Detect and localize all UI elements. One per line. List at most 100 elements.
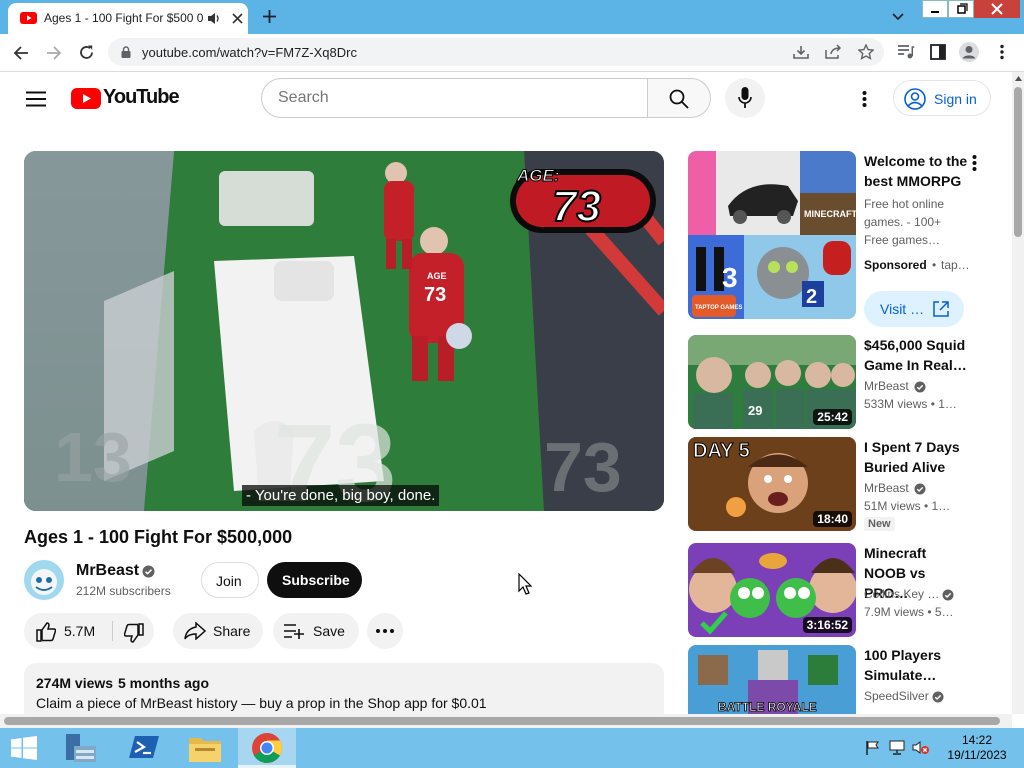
related-channel[interactable]: SpeedSilver [864, 689, 929, 703]
chrome-icon [252, 733, 283, 763]
horizontal-scroll-thumb[interactable] [4, 717, 1000, 725]
close-window-button[interactable] [974, 0, 1020, 18]
related-video-2[interactable]: DAY 5 18:40 I Spent 7 Days Buried Alive … [688, 437, 988, 531]
search-button[interactable] [647, 78, 711, 118]
lock-icon[interactable] [121, 46, 131, 58]
browser-menu-icon[interactable] [999, 44, 1005, 60]
related-channel[interactable]: Collins Key … [864, 587, 939, 601]
sign-in-button[interactable]: Sign in [893, 80, 991, 116]
action-center-flag-icon[interactable] [865, 741, 879, 755]
vertical-scrollbar[interactable] [1012, 72, 1024, 714]
like-count: 5.7M [64, 623, 96, 639]
speaker-icon[interactable] [207, 12, 221, 25]
share-button[interactable]: Share [173, 613, 263, 649]
thumbs-up-icon [36, 622, 56, 642]
horizontal-scrollbar[interactable] [0, 714, 1012, 728]
related-meta: 533M views • 1… [864, 397, 957, 411]
related-title[interactable]: $456,000 Squid Game In Real… [864, 335, 972, 375]
minimize-button[interactable] [922, 0, 948, 18]
youtube-page: YouTube Sign in 73 1 [0, 72, 1012, 714]
bookmark-star-icon[interactable] [858, 44, 874, 60]
dislike-button[interactable] [124, 623, 144, 643]
media-controls-icon[interactable] [897, 44, 915, 60]
description-box[interactable]: 274M views 5 months ago Claim a piece of… [24, 663, 664, 714]
video-thumbnail[interactable]: 29 25:42 [688, 335, 856, 429]
more-actions-button[interactable] [367, 613, 403, 649]
vertical-scroll-thumb[interactable] [1014, 87, 1022, 237]
profile-avatar-icon[interactable] [959, 42, 979, 62]
video-title: Ages 1 - 100 Fight For $500,000 [24, 527, 293, 547]
ad-thumbnail[interactable]: MINECRAFT 3 2 TAPTOP GAMES [688, 151, 856, 319]
video-caption: - You're done, big boy, done. [242, 485, 440, 506]
server-manager-icon[interactable] [64, 732, 98, 764]
back-arrow-icon[interactable] [13, 45, 29, 61]
system-clock[interactable]: 14:22 19/11/2023 [944, 733, 1010, 763]
shirt-label: AGE [427, 271, 447, 281]
network-icon[interactable] [889, 740, 905, 755]
related-video-4[interactable]: BATTLE ROYALE 100 Players Simulate… Spee… [688, 645, 988, 714]
settings-more-icon[interactable] [862, 91, 867, 107]
save-label: Save [313, 623, 345, 639]
browser-tab[interactable]: Ages 1 - 100 Fight For $500 0 [8, 3, 248, 34]
powershell-icon[interactable] [129, 734, 159, 760]
related-channel[interactable]: MrBeast [864, 379, 909, 393]
video-duration: 3:16:52 [802, 617, 852, 633]
ad-visit-button[interactable]: Visit … [864, 291, 964, 327]
new-tab-icon[interactable] [262, 9, 277, 24]
join-button[interactable]: Join [201, 562, 259, 598]
file-explorer-icon[interactable] [189, 734, 221, 762]
windows-start-icon[interactable] [11, 736, 37, 760]
minecraft-thumb-label: MINECRAFT [804, 209, 856, 219]
scroll-up-arrow-icon[interactable] [1015, 76, 1022, 81]
share-label: Share [213, 623, 251, 639]
related-channel[interactable]: MrBeast [864, 481, 909, 495]
forward-arrow-icon[interactable] [46, 45, 62, 61]
related-video-3[interactable]: 3:16:52 Minecraft NOOB vs PRO… Collins K… [688, 543, 988, 637]
video-player[interactable]: 73 13 73 AGE 73 AGE: 73 - You're done, b… [24, 151, 664, 511]
like-button[interactable] [36, 622, 56, 642]
windows-taskbar: 14:22 19/11/2023 [0, 728, 1024, 768]
voice-search-button[interactable] [725, 78, 765, 118]
hamburger-menu-icon[interactable] [26, 91, 46, 107]
taptop-thumb-label: TAPTOP GAMES [695, 305, 742, 311]
side-panel-icon[interactable] [930, 44, 946, 60]
share-page-icon[interactable] [825, 44, 842, 60]
chrome-taskbar-button[interactable] [238, 728, 296, 768]
video-duration: 25:42 [813, 409, 852, 425]
install-icon[interactable] [793, 44, 809, 60]
volume-muted-icon[interactable] [912, 740, 930, 755]
channel-avatar[interactable] [24, 560, 64, 600]
subscribe-button[interactable]: Subscribe [267, 562, 362, 598]
related-title[interactable]: I Spent 7 Days Buried Alive [864, 437, 972, 477]
account-circle-icon [904, 88, 926, 110]
url-text[interactable]: youtube.com/watch?v=FM7Z-Xq8Drc [142, 45, 357, 60]
subscribe-label: Subscribe [282, 572, 350, 588]
tab-search-chevron-icon[interactable] [892, 13, 904, 21]
related-meta: 7.9M views • 5… [864, 605, 954, 619]
ad-item[interactable]: MINECRAFT 3 2 TAPTOP GAMES Welcome to th… [688, 151, 988, 327]
ad-title[interactable]: Welcome to the best MMORPG [864, 151, 972, 191]
save-button[interactable]: Save [273, 613, 359, 649]
more-horizontal-icon [376, 629, 394, 633]
reload-icon[interactable] [78, 44, 95, 61]
close-tab-icon[interactable] [232, 13, 243, 24]
video-thumbnail[interactable]: BATTLE ROYALE [688, 645, 856, 714]
search-input[interactable] [278, 89, 618, 107]
video-thumbnail[interactable]: 3:16:52 [688, 543, 856, 637]
video-thumbnail[interactable]: DAY 5 18:40 [688, 437, 856, 531]
video-frame: 73 13 73 AGE 73 AGE: 73 [24, 151, 664, 511]
channel-name[interactable]: MrBeast [76, 562, 139, 580]
svg-text:73: 73 [544, 428, 622, 506]
search-box[interactable] [261, 78, 648, 118]
verified-badge-icon [914, 483, 926, 495]
related-title[interactable]: 100 Players Simulate… [864, 645, 972, 685]
view-count: 274M views [36, 675, 114, 691]
restore-button[interactable] [948, 0, 974, 18]
mouse-cursor-icon [518, 573, 532, 595]
svg-text:2: 2 [806, 286, 817, 308]
ad-more-icon[interactable] [972, 155, 977, 171]
tab-title: Ages 1 - 100 Fight For $500 0 [44, 11, 204, 25]
address-bar[interactable]: youtube.com/watch?v=FM7Z-Xq8Drc [108, 38, 884, 66]
thumb-text: DAY 5 [693, 440, 750, 462]
related-video-1[interactable]: 29 25:42 $456,000 Squid Game In Real… Mr… [688, 335, 988, 429]
